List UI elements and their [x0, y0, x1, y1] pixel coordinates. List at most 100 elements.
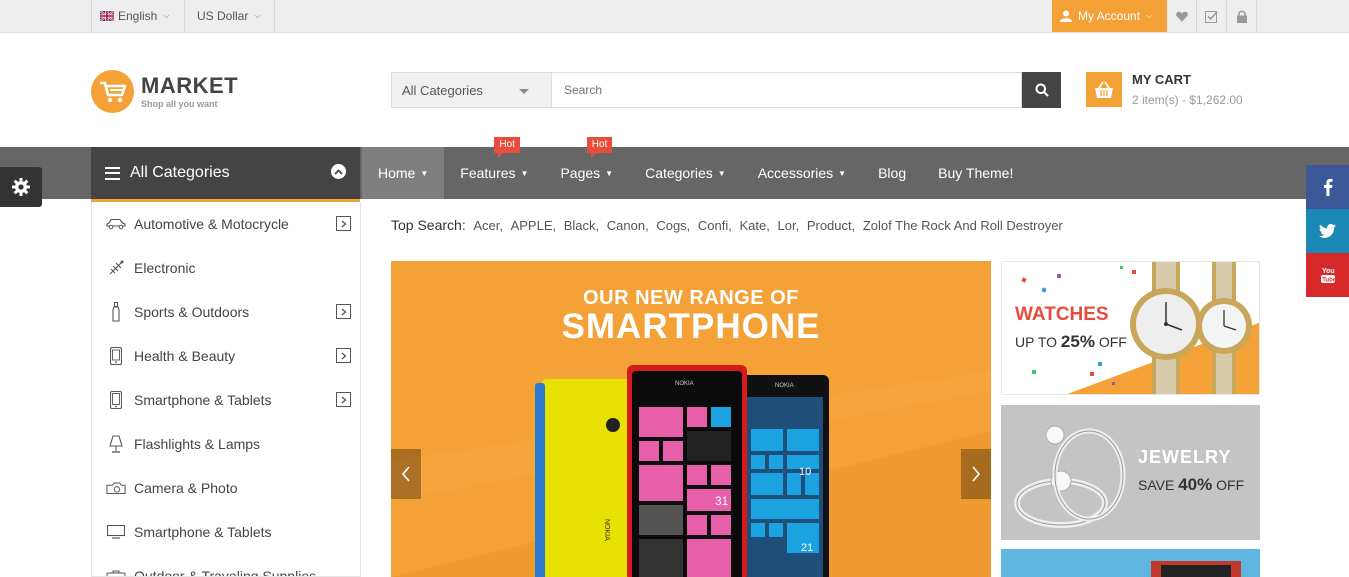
all-categories-label: All Categories	[130, 164, 230, 181]
slider-prev-button[interactable]	[391, 449, 421, 499]
top-search-label: Top Search:	[391, 217, 466, 233]
heart-icon	[1175, 11, 1188, 21]
checkout-button[interactable]	[1197, 0, 1227, 32]
top-search-link[interactable]: Kate,	[740, 218, 770, 233]
top-search-link[interactable]: Canon,	[607, 218, 649, 233]
my-account-label: My Account	[1078, 9, 1141, 23]
caret-down-icon: ▼	[520, 168, 529, 178]
nav-item-categories[interactable]: Categories ▼	[629, 147, 742, 199]
checkbox-icon	[1205, 10, 1218, 23]
search-category-select[interactable]: All Categories	[391, 72, 551, 108]
svg-text:NOKIA: NOKIA	[775, 383, 794, 389]
camera-icon	[106, 478, 126, 498]
category-item[interactable]: Camera & Photo	[92, 466, 360, 510]
nav-item-buy-theme[interactable]: Buy Theme!	[922, 147, 1029, 199]
jewelry-banner[interactable]: JEWELRY SAVE 40% OFF	[1001, 405, 1260, 540]
mini-cart[interactable]: MY CART 2 item(s) - $1,262.00	[1086, 72, 1243, 107]
slider-next-button[interactable]	[961, 449, 991, 499]
watches-banner[interactable]: WATCHES UP TO 25% OFF	[1001, 261, 1260, 395]
facebook-button[interactable]	[1306, 165, 1349, 209]
chevron-down-icon: ⌵	[254, 11, 261, 20]
search-button[interactable]	[1022, 72, 1061, 108]
settings-button[interactable]	[0, 167, 42, 207]
category-item[interactable]: Electronic	[92, 246, 360, 290]
search-input[interactable]	[551, 72, 1022, 108]
twitter-button[interactable]	[1306, 209, 1349, 253]
category-label: Sports & Outdoors	[134, 304, 250, 320]
chevron-up-icon	[331, 164, 346, 179]
chevron-right-icon	[972, 466, 981, 482]
chevron-right-icon[interactable]	[336, 216, 351, 231]
hot-badge: Hot	[494, 137, 520, 158]
main-slider[interactable]: OUR NEW RANGE OF SMARTPHONE NOKIA NOKIA …	[391, 261, 991, 577]
gear-icon	[12, 178, 30, 196]
currency-selector[interactable]: US Dollar ⌵	[185, 0, 275, 32]
language-selector[interactable]: English ⌵	[91, 0, 185, 32]
caret-down-icon: ▼	[838, 168, 847, 178]
category-item[interactable]: Flashlights & Lamps	[92, 422, 360, 466]
chevron-right-icon[interactable]	[336, 392, 351, 407]
top-search-link[interactable]: Acer,	[473, 218, 503, 233]
chevron-down-icon: ⌵	[1146, 11, 1153, 20]
nav-item-blog[interactable]: Blog	[862, 147, 922, 199]
top-search-keywords: Top Search: Acer, APPLE, Black, Canon, C…	[391, 217, 1063, 233]
all-categories-toggle[interactable]: All Categories	[91, 147, 360, 202]
user-icon	[1060, 10, 1072, 22]
tablet-icon	[106, 390, 126, 410]
category-item[interactable]: Outdoor & Traveling Supplies	[92, 554, 360, 577]
hot-badge: Hot	[586, 137, 613, 158]
lamp-icon	[106, 434, 126, 454]
top-bar: English ⌵ US Dollar ⌵ My Account ⌵	[0, 0, 1349, 33]
promo-banner[interactable]	[1001, 549, 1260, 577]
category-label: Outdoor & Traveling Supplies	[134, 568, 317, 577]
search-icon	[1035, 83, 1049, 97]
logo-title: MARKET	[141, 72, 239, 98]
login-button[interactable]	[1227, 0, 1257, 32]
wishlist-button[interactable]	[1167, 0, 1197, 32]
nav-item-accessories[interactable]: Accessories ▼	[742, 147, 862, 199]
nav-item-label: Blog	[878, 165, 907, 181]
top-search-link[interactable]: Product,	[807, 218, 855, 233]
top-search-link[interactable]: Cogs,	[656, 218, 690, 233]
search-bar: All Categories	[391, 72, 1061, 108]
chevron-right-icon[interactable]	[336, 348, 351, 363]
nav-item-label: Pages	[560, 165, 601, 181]
nav-item-home[interactable]: Home ▼	[362, 147, 445, 199]
nav-item-label: Categories	[645, 165, 713, 181]
category-item[interactable]: Smartphone & Tablets	[92, 510, 360, 554]
rings-image	[1001, 405, 1260, 540]
category-item[interactable]: Sports & Outdoors	[92, 290, 360, 334]
cart-summary: 2 item(s) - $1,262.00	[1132, 93, 1243, 107]
jewelry-title: JEWELRY	[1138, 447, 1232, 467]
site-logo[interactable]: MARKET Shop all you want	[91, 70, 238, 113]
svg-text:NOKIA: NOKIA	[603, 519, 610, 541]
top-search-link[interactable]: Black,	[564, 218, 599, 233]
currency-label: US Dollar	[197, 9, 249, 23]
slider-title: SMARTPHONE	[561, 307, 821, 346]
top-search-link[interactable]: Zolof The Rock And Roll Destroyer	[863, 218, 1063, 233]
nav-item-features[interactable]: Hot Features ▼	[444, 137, 544, 199]
top-search-link[interactable]: Confi,	[698, 218, 732, 233]
my-account-button[interactable]: My Account ⌵	[1052, 0, 1167, 32]
youtube-icon: You Tube	[1320, 268, 1336, 284]
cart-logo-icon	[91, 70, 134, 113]
category-item[interactable]: Smartphone & Tablets	[92, 378, 360, 422]
chevron-left-icon	[401, 466, 410, 482]
category-label: Health & Beauty	[134, 348, 236, 364]
category-item[interactable]: Health & Beauty	[92, 334, 360, 378]
top-search-link[interactable]: Lor,	[778, 218, 800, 233]
cart-title: MY CART	[1132, 72, 1191, 87]
chevron-right-icon[interactable]	[336, 304, 351, 319]
promo-image	[1001, 549, 1260, 577]
nav-item-pages[interactable]: Hot Pages ▼	[544, 137, 629, 199]
youtube-button[interactable]: You Tube	[1306, 253, 1349, 297]
top-search-link[interactable]: APPLE,	[511, 218, 557, 233]
phone-icon	[106, 346, 126, 366]
category-item[interactable]: Automotive & Motocrycle	[92, 202, 360, 246]
uk-flag-icon	[100, 11, 114, 21]
svg-text:21: 21	[801, 542, 813, 554]
smartphones-image: NOKIA NOKIA 10 21 NOKIA 31	[535, 365, 829, 577]
category-label: Electronic	[134, 260, 196, 276]
caret-down-icon: ▼	[420, 168, 429, 178]
caret-down-icon	[519, 89, 529, 94]
